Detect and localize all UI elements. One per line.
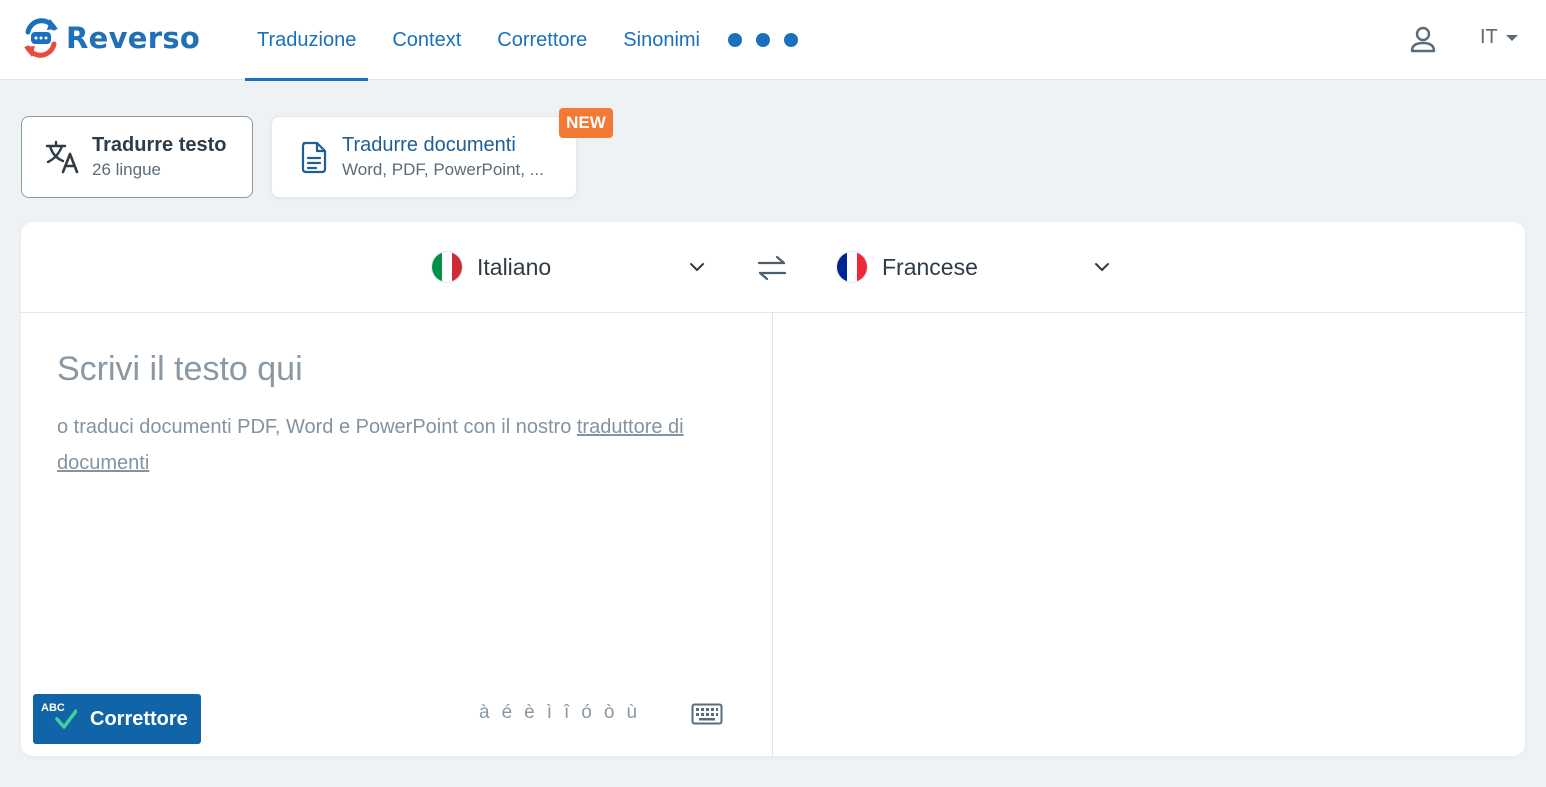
nav-context[interactable]: Context bbox=[380, 0, 473, 80]
hint-text: o traduci documenti PDF, Word e PowerPoi… bbox=[57, 416, 577, 438]
document-icon bbox=[301, 141, 327, 174]
target-language-label: Francese bbox=[882, 253, 978, 280]
accent-char[interactable]: î bbox=[564, 702, 569, 724]
more-dots-icon[interactable] bbox=[728, 0, 812, 80]
source-language-label: Italiano bbox=[477, 253, 552, 280]
accent-char[interactable]: à bbox=[479, 702, 490, 724]
corrector-button-label: Correttore bbox=[90, 708, 188, 730]
ui-language-label: IT bbox=[1480, 26, 1498, 48]
nav-traduzione[interactable]: Traduzione bbox=[245, 0, 369, 81]
corrector-button[interactable]: ABC Correttore bbox=[33, 694, 201, 744]
chevron-down-icon bbox=[690, 263, 704, 271]
nav-correttore[interactable]: Correttore bbox=[485, 0, 599, 80]
document-hint: o traduci documenti PDF, Word e PowerPoi… bbox=[57, 409, 747, 481]
target-language-select[interactable]: Francese bbox=[836, 250, 1110, 284]
panel-divider bbox=[772, 313, 773, 756]
main-nav: Traduzione Context Correttore Sinonimi bbox=[245, 0, 812, 81]
accent-char[interactable]: é bbox=[502, 702, 513, 724]
mode-text-labels: Tradurre testo 26 lingue bbox=[92, 134, 226, 180]
check-icon bbox=[55, 709, 77, 729]
language-bar: Italiano Francese bbox=[21, 222, 1525, 313]
nav-sinonimi[interactable]: Sinonimi bbox=[611, 0, 712, 80]
accent-char[interactable]: ó bbox=[581, 702, 592, 724]
swap-languages-icon[interactable] bbox=[757, 253, 787, 283]
user-icon[interactable] bbox=[1408, 24, 1438, 54]
logo-text: Reverso bbox=[66, 21, 201, 55]
reverso-logo-icon bbox=[24, 18, 58, 58]
caret-down-icon bbox=[1505, 34, 1518, 41]
accent-char[interactable]: ò bbox=[604, 702, 615, 724]
translate-icon bbox=[45, 140, 79, 174]
accent-characters: à é è ì î ó ò ù bbox=[479, 702, 649, 724]
mode-doc-title: Tradurre documenti bbox=[342, 134, 516, 156]
source-text-input[interactable]: Scrivi il testo qui o traduci documenti … bbox=[57, 350, 747, 481]
mode-text-subtitle: 26 lingue bbox=[92, 160, 162, 179]
mode-doc-subtitle: Word, PDF, PowerPoint, ... bbox=[342, 160, 544, 179]
mode-doc-labels: Tradurre documenti Word, PDF, PowerPoint… bbox=[342, 134, 544, 180]
keyboard-icon[interactable] bbox=[691, 703, 723, 725]
ui-language-select[interactable]: IT bbox=[1480, 26, 1518, 49]
mode-text-title: Tradurre testo bbox=[92, 134, 227, 156]
translator-panel: Italiano Francese Scrivi il testo qui o … bbox=[21, 222, 1525, 756]
chevron-down-icon bbox=[1095, 263, 1109, 271]
top-header: Reverso Traduzione Context Correttore Si… bbox=[0, 0, 1546, 81]
accent-char[interactable]: è bbox=[524, 702, 535, 724]
accent-char[interactable]: ì bbox=[547, 702, 552, 724]
source-language-select[interactable]: Italiano bbox=[431, 250, 705, 284]
reverso-logo[interactable]: Reverso bbox=[20, 16, 200, 60]
mode-translate-documents[interactable]: Tradurre documenti Word, PDF, PowerPoint… bbox=[271, 116, 577, 198]
new-badge: NEW bbox=[559, 108, 613, 138]
source-placeholder: Scrivi il testo qui bbox=[57, 350, 303, 388]
italy-flag-icon bbox=[431, 251, 463, 283]
mode-translate-text[interactable]: Tradurre testo 26 lingue bbox=[21, 116, 253, 198]
accent-char[interactable]: ù bbox=[626, 702, 637, 724]
france-flag-icon bbox=[836, 251, 868, 283]
